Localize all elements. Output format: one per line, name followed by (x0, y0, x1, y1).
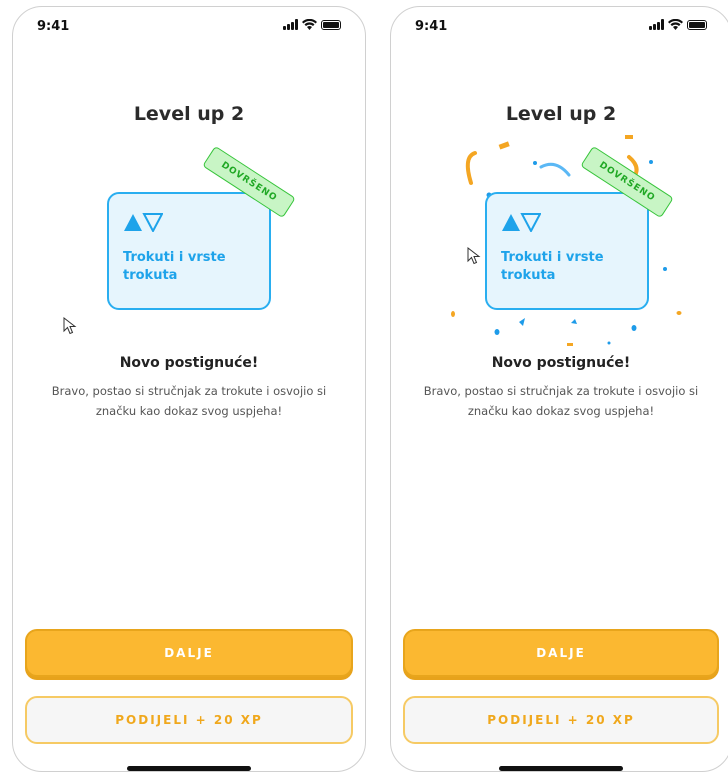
badge-label: Trokuti i vrste trokuta (501, 250, 604, 283)
achievement-description: Bravo, postao si stručnjak za trokute i … (51, 384, 327, 418)
battery-icon (321, 19, 341, 30)
phone-screen-before: 9:41 Level up 2 Trokuti i vrste trokuta … (12, 6, 366, 772)
status-icons (283, 19, 341, 30)
confetti (451, 135, 682, 346)
triangles-icon (123, 212, 163, 232)
wifi-icon (302, 19, 317, 30)
signal-icon (649, 19, 664, 30)
page-title: Level up 2 (505, 103, 617, 125)
next-button[interactable]: DALJE (403, 629, 719, 677)
battery-icon (687, 19, 707, 30)
status-time: 9:41 (415, 19, 448, 34)
next-button[interactable]: DALJE (25, 629, 353, 677)
status-icons (649, 19, 707, 30)
achievement-title: Novo postignuće! (119, 355, 259, 371)
status-bar: 9:41 (415, 17, 707, 39)
status-time: 9:41 (37, 19, 70, 34)
triangles-icon (501, 212, 541, 232)
achievement-badge: Trokuti i vrste trokuta DOVRŠENO (485, 145, 674, 312)
home-indicator (127, 766, 251, 771)
page-title: Level up 2 (133, 103, 245, 125)
cursor-icon (63, 317, 77, 335)
phone-screen-after: 9:41 Level up 2 Trokuti i vrste trokuta … (390, 6, 728, 772)
signal-icon (283, 19, 298, 30)
wifi-icon (668, 19, 683, 30)
achievement-badge: Trokuti i vrste trokuta DOVRŠENO (107, 145, 296, 312)
badge-card: Trokuti i vrste trokuta (107, 192, 271, 310)
share-button[interactable]: PODIJELI + 20 XP (403, 696, 719, 744)
badge-card: Trokuti i vrste trokuta (485, 192, 649, 310)
cursor-icon (467, 247, 481, 265)
home-indicator (499, 766, 623, 771)
badge-label: Trokuti i vrste trokuta (123, 250, 226, 283)
achievement-title: Novo postignuće! (491, 355, 631, 371)
status-bar: 9:41 (37, 17, 341, 39)
achievement-description: Bravo, postao si stručnjak za trokute i … (423, 384, 699, 418)
share-button[interactable]: PODIJELI + 20 XP (25, 696, 353, 744)
